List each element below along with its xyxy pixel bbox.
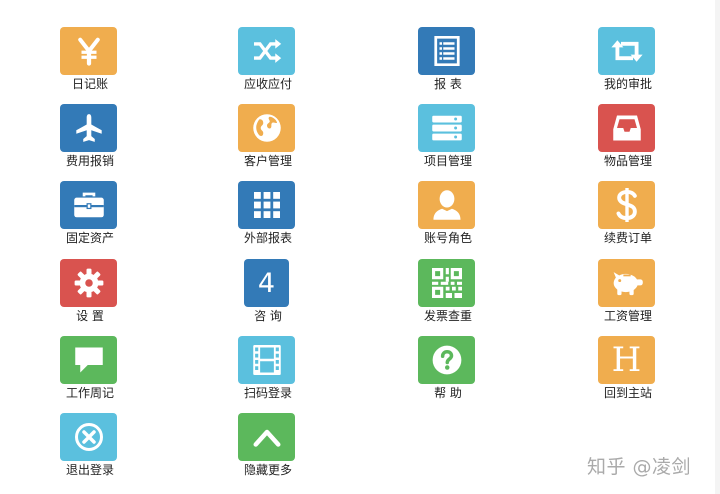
user-icon [432,189,462,221]
dollar-icon [616,188,638,222]
menu-item[interactable]: 退出登录 [30,413,150,483]
menu-item-label: 工作周记 [65,386,114,400]
menu-item-tile[interactable] [238,27,295,75]
menu-item-label: 隐藏更多 [243,463,292,477]
menu-item-tile[interactable] [598,27,655,75]
menu-item-label: 设 置 [76,309,104,323]
yen-icon [74,36,104,66]
menu-item[interactable]: 工资管理 [568,259,688,329]
menu-item[interactable]: 报 表 [388,27,508,97]
letter-h-icon: H [611,340,642,380]
menu-item-label: 客户管理 [243,154,292,168]
menu-item-label: 日记账 [71,77,108,91]
menu-item[interactable]: 固定资产 [30,181,150,251]
briefcase-icon [73,191,105,219]
comment-icon [74,346,104,374]
watermark: 知乎 @凌剑 [587,456,692,478]
menu-item-tile[interactable] [60,413,117,461]
qrcode-icon [431,268,462,298]
menu-item[interactable]: 帮 助 [388,336,508,406]
menu-item[interactable]: 物品管理 [568,104,688,174]
menu-item-tile[interactable] [418,104,475,152]
globe-icon [252,113,282,143]
menu-item[interactable]: 外部报表 [208,181,328,251]
menu-item-tile[interactable] [418,181,475,229]
chevron-up-icon [252,426,282,448]
menu-item-tile[interactable] [238,413,295,461]
menu-item[interactable]: 客户管理 [208,104,328,174]
menu-item-tile[interactable]: 4 [244,259,289,307]
menu-item-tile[interactable] [418,336,475,384]
menu-item-label: 费用报销 [65,154,114,168]
menu-item-tile[interactable] [60,27,117,75]
menu-item-tile[interactable] [238,104,295,152]
menu-item-label: 工资管理 [603,309,652,323]
menu-item[interactable]: 费用报销 [30,104,150,174]
menu-item-label: 报 表 [434,77,462,91]
menu-item-label: 退出登录 [65,463,114,477]
menu-item[interactable]: 账号角色 [388,181,508,251]
menu-item-tile[interactable] [60,259,117,307]
menu-item[interactable]: H 回到主站 [568,336,688,406]
menu-item-label: 账号角色 [423,231,472,245]
gear-icon [74,268,104,298]
menu-item[interactable]: 设 置 [30,259,150,329]
menu-item[interactable]: 4 咨 询 [208,259,328,329]
menu-item-tile[interactable] [418,27,475,75]
menu-item-label: 固定资产 [65,231,114,245]
server-icon [431,114,463,142]
menu-item[interactable]: 日记账 [30,27,150,97]
menu-item-label: 项目管理 [423,154,472,168]
close-circle-icon [74,422,104,452]
menu-item-label: 扫码登录 [243,386,292,400]
menu-item[interactable]: 我的审批 [568,27,688,97]
app-menu-page: 日记账 应收应付 报 表 我的审批费用报销 客户管理 项目管理 物品管理固定资产 外部报表 账号… [0,0,720,494]
piggy-bank-icon [610,269,644,297]
menu-item-label: 我的审批 [603,77,652,91]
menu-item-tile[interactable] [598,104,655,152]
menu-item[interactable]: 扫码登录 [208,336,328,406]
grid-icon [253,192,280,218]
menu-item-tile[interactable] [238,336,295,384]
menu-item-tile[interactable] [238,181,295,229]
menu-item-label: 咨 询 [254,309,282,323]
menu-item[interactable]: 应收应付 [208,27,328,97]
retweet-icon [610,39,644,63]
menu-item-label: 续费订单 [603,231,652,245]
menu-item-tile[interactable] [598,181,655,229]
menu-item[interactable]: 续费订单 [568,181,688,251]
menu-item-label: 发票查重 [423,309,472,323]
report-list-icon [433,36,460,66]
menu-item-tile[interactable] [418,259,475,307]
scroll-edge [715,0,720,494]
question-icon [432,345,462,375]
menu-item-tile[interactable] [598,259,655,307]
menu-item-tile[interactable]: H [598,336,655,384]
menu-item-label: 应收应付 [243,77,292,91]
film-icon [252,345,281,375]
menu-item-label: 物品管理 [603,154,652,168]
menu-item[interactable]: 项目管理 [388,104,508,174]
menu-item-tile[interactable] [60,336,117,384]
plane-icon [75,113,103,143]
menu-item[interactable]: 发票查重 [388,259,508,329]
menu-item-label: 帮 助 [434,386,462,400]
shuffle-icon [251,38,283,64]
menu-item[interactable]: 隐藏更多 [208,413,328,483]
menu-item-label: 外部报表 [243,231,292,245]
menu-item-tile[interactable] [60,181,117,229]
menu-item[interactable]: 工作周记 [30,336,150,406]
menu-item-tile[interactable] [60,104,117,152]
menu-item-label: 回到主站 [603,386,652,400]
number-4-icon: 4 [257,267,276,299]
inbox-tray-icon [612,114,642,142]
